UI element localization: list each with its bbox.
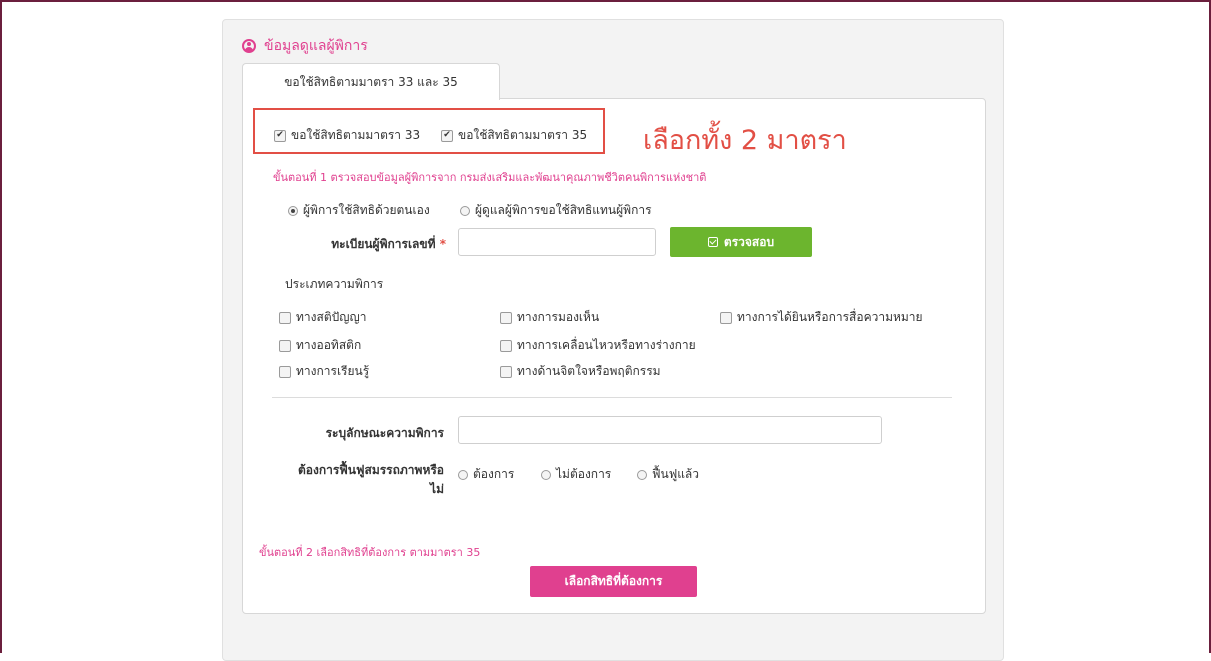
- applicant-caregiver-label: ผู้ดูแลผู้พิการขอใช้สิทธิแทนผู้พิการ: [475, 203, 652, 217]
- applicant-caregiver-radio[interactable]: ผู้ดูแลผู้พิการขอใช้สิทธิแทนผู้พิการ: [460, 201, 652, 220]
- select-rights-button[interactable]: เลือกสิทธิที่ต้องการ: [530, 566, 697, 597]
- required-mark: *: [439, 237, 446, 251]
- checkbox-empty-icon[interactable]: [500, 365, 512, 378]
- right-33-label: ขอใช้สิทธิตามมาตรา 33: [291, 128, 421, 142]
- rehab-option-label: ฟื้นฟูแล้ว: [652, 467, 700, 481]
- rehab-label-line2: ไม่: [430, 482, 444, 496]
- step-2-text: ขั้นตอนที่ 2 เลือกสิทธิที่ต้องการ ตามมาต…: [259, 546, 481, 559]
- rehab-label-line1: ต้องการฟื้นฟูสมรรถภาพหรือ: [297, 463, 444, 477]
- checkbox-empty-icon[interactable]: [279, 311, 291, 324]
- applicant-self-label: ผู้พิการใช้สิทธิด้วยตนเอง: [303, 203, 430, 217]
- rehab-option-radio[interactable]: ฟื้นฟูแล้ว: [637, 465, 699, 484]
- section-title: ข้อมูลดูแลผู้พิการ: [264, 38, 368, 54]
- applicant-self-radio[interactable]: ผู้พิการใช้สิทธิด้วยตนเอง: [288, 201, 430, 220]
- radio-unselected-icon[interactable]: [460, 205, 470, 216]
- rehab-option-radio[interactable]: ต้องการ: [458, 465, 514, 484]
- right-35-checkbox[interactable]: ✔ ขอใช้สิทธิตามมาตรา 35: [441, 126, 587, 145]
- check-square-icon: [707, 237, 718, 247]
- registration-label: ทะเบียนผู้พิการเลขที่ *: [296, 235, 446, 254]
- disability-type-label: ทางด้านจิตใจหรือพฤติกรรม: [517, 364, 661, 378]
- step-1-text: ขั้นตอนที่ 1 ตรวจสอบข้อมูลผู้พิการจาก กร…: [273, 171, 707, 184]
- disability-type-checkbox[interactable]: ทางการเรียนรู้: [279, 362, 369, 381]
- checkbox-empty-icon[interactable]: [720, 311, 732, 324]
- right-35-label: ขอใช้สิทธิตามมาตรา 35: [458, 128, 588, 142]
- describe-input[interactable]: [458, 416, 882, 444]
- radio-unselected-icon[interactable]: [637, 469, 647, 480]
- disability-type-checkbox[interactable]: ทางการได้ยินหรือการสื่อความหมาย: [720, 308, 923, 327]
- rehab-option-label: ต้องการ: [473, 467, 515, 481]
- disability-type-label: ทางการมองเห็น: [517, 310, 600, 324]
- disability-type-label: ทางการเรียนรู้: [296, 364, 370, 378]
- radio-selected-icon[interactable]: [288, 205, 298, 216]
- disability-type-label: ทางการเคลื่อนไหวหรือทางร่างกาย: [517, 338, 696, 352]
- disability-type-checkbox[interactable]: ทางออทิสติก: [279, 336, 361, 355]
- divider: [272, 397, 952, 398]
- disability-type-checkbox[interactable]: ทางการเคลื่อนไหวหรือทางร่างกาย: [500, 336, 696, 355]
- tab-rights-33-35[interactable]: ขอใช้สิทธิตามมาตรา 33 และ 35: [242, 63, 500, 100]
- verify-button-label: ตรวจสอบ: [723, 234, 775, 249]
- disability-types-heading: ประเภทความพิการ: [285, 277, 384, 291]
- radio-unselected-icon[interactable]: [458, 469, 468, 480]
- disability-type-checkbox[interactable]: ทางสติปัญญา: [279, 308, 366, 327]
- checkbox-empty-icon[interactable]: [500, 311, 512, 324]
- rehab-option-radio[interactable]: ไม่ต้องการ: [541, 465, 611, 484]
- checkbox-empty-icon[interactable]: [279, 365, 291, 378]
- select-rights-button-label: เลือกสิทธิที่ต้องการ: [564, 574, 663, 588]
- rehab-label: ต้องการฟื้นฟูสมรรถภาพหรือ ไม่: [276, 461, 444, 499]
- verify-button[interactable]: ตรวจสอบ: [670, 227, 812, 257]
- right-33-checkbox[interactable]: ✔ ขอใช้สิทธิตามมาตรา 33: [274, 126, 420, 145]
- disability-type-label: ทางออทิสติก: [296, 338, 362, 352]
- disability-type-checkbox[interactable]: ทางการมองเห็น: [500, 308, 599, 327]
- rehab-option-label: ไม่ต้องการ: [556, 467, 612, 481]
- checkbox-empty-icon[interactable]: [279, 339, 291, 352]
- disability-type-checkbox[interactable]: ทางด้านจิตใจหรือพฤติกรรม: [500, 362, 661, 381]
- checkbox-empty-icon[interactable]: [500, 339, 512, 352]
- registration-input[interactable]: [458, 228, 656, 256]
- checkbox-checked-icon[interactable]: ✔: [274, 129, 286, 142]
- section-header: ข้อมูลดูแลผู้พิการ: [242, 36, 368, 56]
- tab-label: ขอใช้สิทธิตามมาตรา 33 และ 35: [284, 74, 458, 89]
- checkbox-checked-icon[interactable]: ✔: [441, 129, 453, 142]
- radio-unselected-icon[interactable]: [541, 469, 551, 480]
- disability-type-label: ทางสติปัญญา: [296, 310, 367, 324]
- user-circle-icon: [242, 39, 256, 53]
- registration-label-text: ทะเบียนผู้พิการเลขที่: [331, 237, 436, 251]
- annotation-text: เลือกทั้ง 2 มาตรา: [643, 125, 847, 156]
- disability-type-label: ทางการได้ยินหรือการสื่อความหมาย: [737, 310, 923, 324]
- describe-label: ระบุลักษณะความพิการ: [325, 426, 444, 440]
